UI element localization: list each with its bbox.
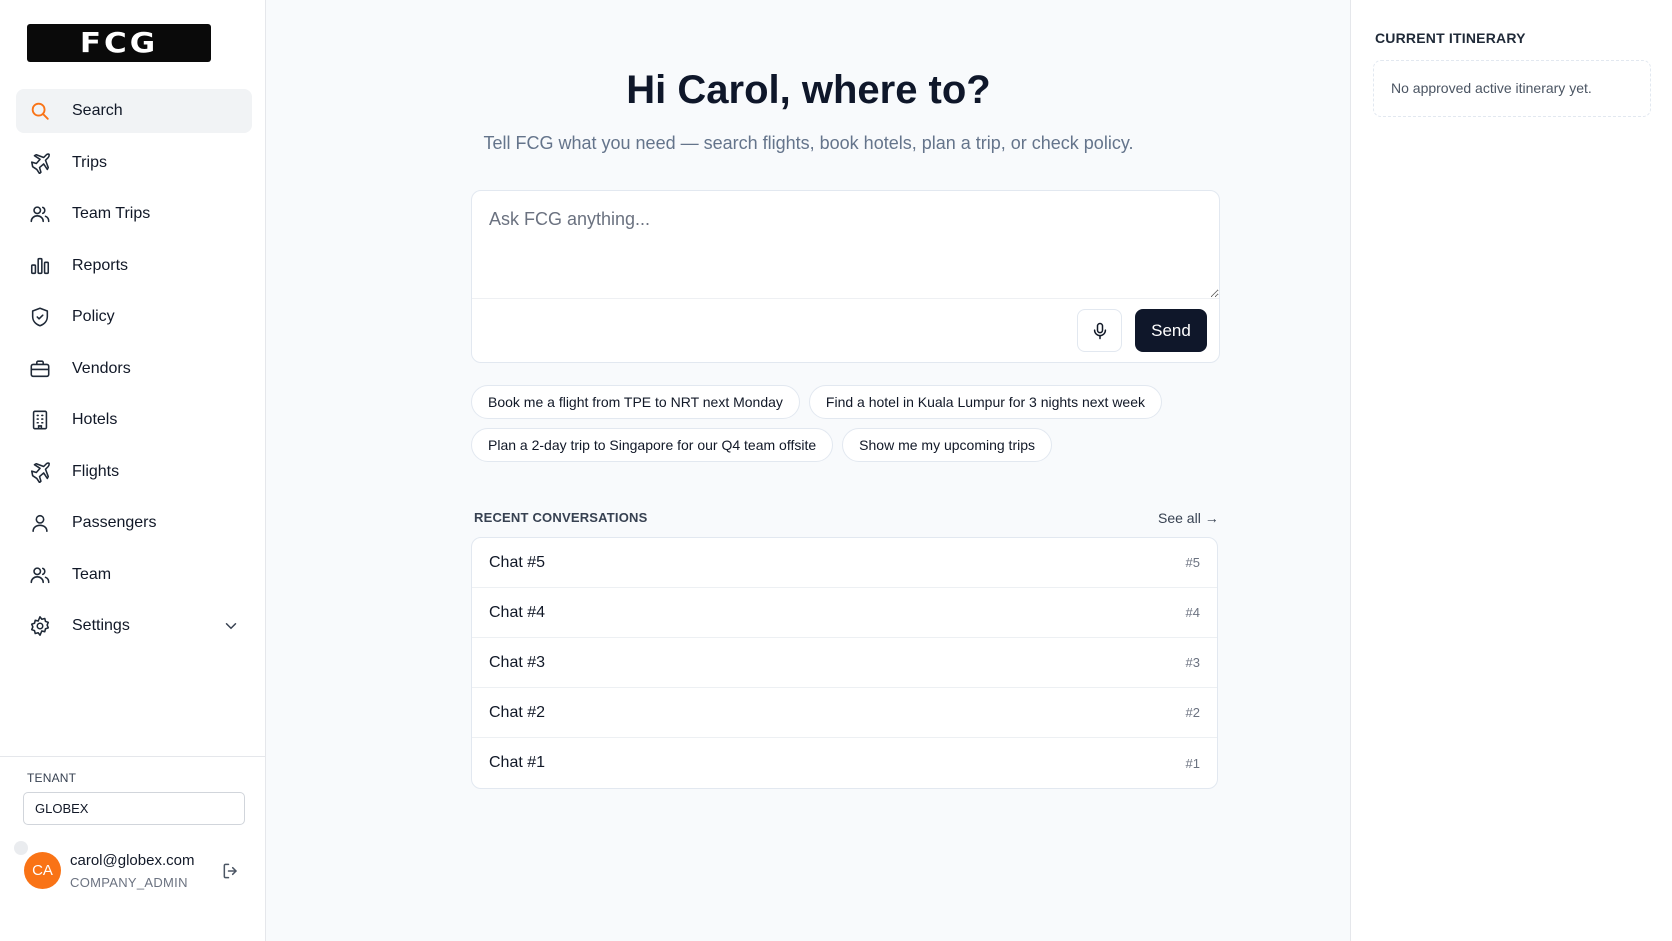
- sidebar-item-reports[interactable]: Reports: [16, 244, 252, 288]
- conversation-title: Chat #5: [489, 553, 546, 571]
- chevron-down-icon[interactable]: [222, 617, 240, 635]
- conversation-tag: #1: [1185, 755, 1200, 771]
- ask-input[interactable]: [472, 191, 1219, 299]
- itinerary-title: CURRENT ITINERARY: [1375, 30, 1526, 46]
- sidebar-item-label: Hotels: [72, 411, 118, 428]
- sidebar-item-label: Search: [72, 102, 123, 119]
- conversation-title: Chat #2: [489, 703, 546, 721]
- sidebar-item-team[interactable]: Team: [16, 553, 252, 597]
- list-item[interactable]: Chat #3 #3: [472, 638, 1217, 688]
- sidebar-item-label: Vendors: [72, 359, 131, 377]
- users-icon: [28, 202, 52, 226]
- user-icon: [28, 511, 52, 535]
- suggestion-chip[interactable]: Show me my upcoming trips: [842, 428, 1052, 462]
- fcg-logo[interactable]: FCG: [27, 24, 211, 62]
- microphone-button[interactable]: [1077, 309, 1122, 352]
- plane-icon: [28, 151, 52, 175]
- logout-icon[interactable]: [221, 861, 241, 881]
- sidebar-item-label: Reports: [72, 256, 129, 274]
- user-email: carol@globex.com: [70, 852, 195, 869]
- sidebar-item-hotels[interactable]: Hotels: [16, 398, 252, 442]
- plane-icon: [28, 460, 52, 484]
- sidebar-item-label: Policy: [72, 308, 115, 325]
- recent-conversations-heading: RECENT CONVERSATIONS: [474, 510, 648, 525]
- sidebar-item-team-trips[interactable]: Team Trips: [16, 192, 252, 236]
- list-item[interactable]: Chat #2 #2: [472, 688, 1217, 738]
- sidebar-item-trips[interactable]: Trips: [16, 141, 252, 185]
- sidebar-item-passengers[interactable]: Passengers: [16, 501, 252, 545]
- sidebar-item-settings[interactable]: Settings: [16, 604, 252, 648]
- microphone-icon: [1093, 322, 1106, 339]
- avatar[interactable]: CA: [24, 852, 61, 889]
- search-icon: [28, 99, 52, 123]
- sidebar-item-label: Trips: [72, 153, 107, 171]
- building-icon: [28, 408, 52, 432]
- itinerary-empty-state: No approved active itinerary yet.: [1373, 60, 1651, 117]
- suggestion-chips: Book me a flight from TPE to NRT next Mo…: [471, 385, 1231, 471]
- conversation-title: Chat #4: [489, 603, 546, 621]
- tenant-label: TENANT: [27, 771, 77, 785]
- list-item[interactable]: Chat #5 #5: [472, 538, 1217, 588]
- itinerary-panel: CURRENT ITINERARY No approved active iti…: [1350, 0, 1672, 941]
- send-button[interactable]: Send: [1135, 309, 1207, 352]
- page-title: Hi Carol, where to?: [626, 68, 991, 112]
- conversation-title: Chat #1: [489, 754, 546, 771]
- sidebar-item-label: Team: [72, 565, 112, 583]
- sidebar-item-label: Flights: [72, 462, 120, 480]
- briefcase-icon: [28, 357, 52, 381]
- list-item[interactable]: Chat #1 #1: [472, 738, 1217, 788]
- recent-conversations-list: Chat #5 #5 Chat #4 #4 Chat #3 #3 Chat #2…: [471, 537, 1218, 789]
- sidebar-nav: Search Trips Team Trips Reports Policy V…: [16, 89, 252, 656]
- conversation-tag: #5: [1185, 555, 1200, 570]
- sidebar: FCG Search Trips Team Trips Reports Poli…: [0, 0, 266, 941]
- conversation-tag: #2: [1185, 705, 1200, 720]
- tenant-selector[interactable]: GLOBEX: [23, 792, 245, 825]
- conversation-tag: #4: [1185, 605, 1200, 620]
- sidebar-item-search[interactable]: Search: [16, 89, 252, 133]
- list-item[interactable]: Chat #4 #4: [472, 588, 1217, 638]
- user-role: COMPANY_ADMIN: [70, 875, 188, 890]
- sidebar-item-vendors[interactable]: Vendors: [16, 347, 252, 391]
- bar-chart-icon: [28, 254, 52, 278]
- shield-icon: [28, 305, 52, 329]
- sidebar-item-flights[interactable]: Flights: [16, 450, 252, 494]
- users-icon: [28, 563, 52, 587]
- see-all-link[interactable]: See all →: [1158, 510, 1219, 526]
- suggestion-chip[interactable]: Book me a flight from TPE to NRT next Mo…: [471, 385, 800, 419]
- logo-text: FCG: [79, 26, 159, 60]
- status-dot: [14, 841, 28, 855]
- sidebar-item-policy[interactable]: Policy: [16, 295, 252, 339]
- main-content: Hi Carol, where to? Tell FCG what you ne…: [267, 0, 1350, 941]
- suggestion-chip[interactable]: Plan a 2-day trip to Singapore for our Q…: [471, 428, 834, 462]
- sidebar-item-label: Settings: [72, 617, 130, 634]
- sidebar-footer: TENANT GLOBEX CA carol@globex.com COMPAN…: [0, 756, 266, 941]
- sidebar-item-label: Passengers: [72, 514, 157, 531]
- ask-card: Send: [471, 190, 1220, 363]
- suggestion-chip[interactable]: Find a hotel in Kuala Lumpur for 3 night…: [808, 385, 1162, 419]
- page-subtitle: Tell FCG what you need — search flights,…: [483, 133, 1134, 153]
- conversation-title: Chat #3: [489, 653, 546, 671]
- conversation-tag: #3: [1185, 655, 1200, 670]
- sidebar-item-label: Team Trips: [72, 205, 151, 222]
- gear-icon: [28, 614, 52, 638]
